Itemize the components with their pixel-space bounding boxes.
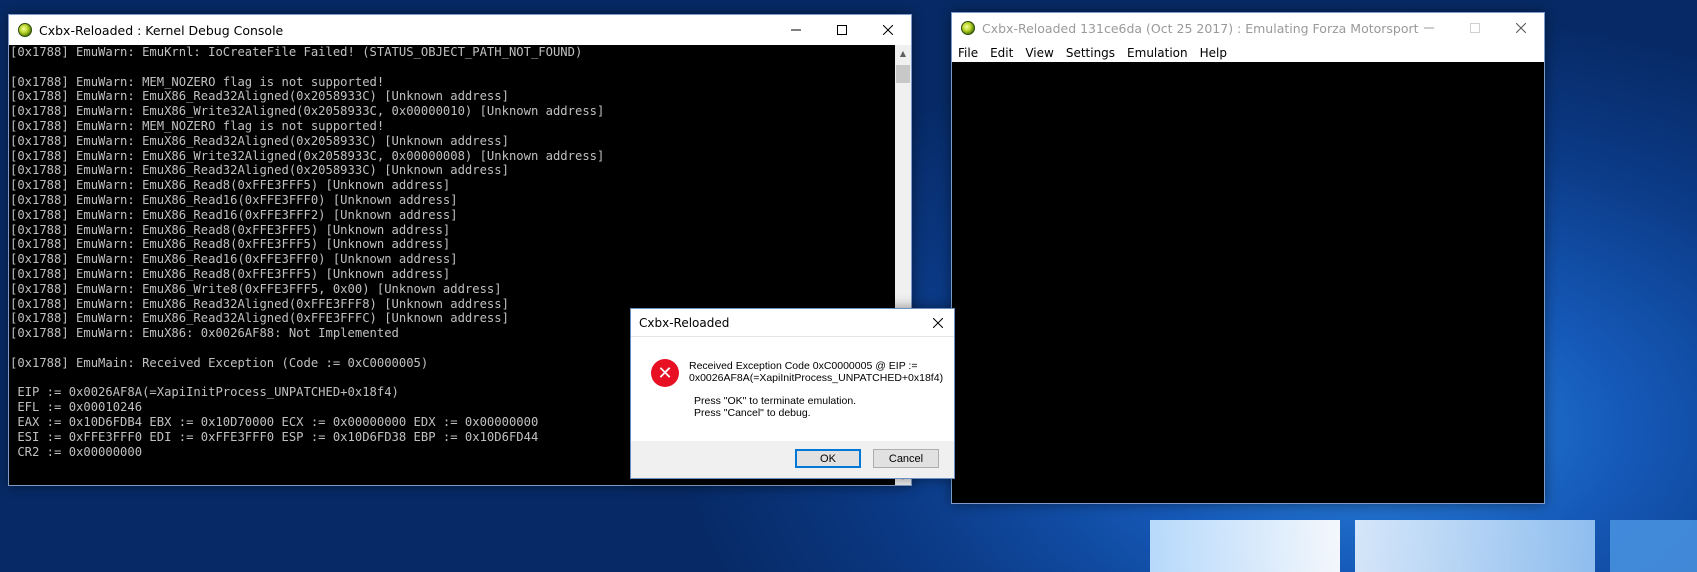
console-line: [0x1788] EmuWarn: EmuX86_Write32Aligned(… — [10, 148, 605, 163]
ok-button[interactable]: OK — [795, 449, 861, 468]
emulator-render-area[interactable] — [952, 62, 1544, 503]
dialog-message-line1: Received Exception Code 0xC0000005 @ EIP… — [689, 360, 918, 372]
menu-settings[interactable]: Settings — [1060, 46, 1121, 60]
wallpaper-light-beam — [1150, 520, 1340, 572]
close-icon — [933, 317, 943, 328]
scrollbar-thumb[interactable] — [896, 65, 910, 83]
close-icon — [1516, 23, 1526, 33]
wallpaper-light-beam — [1355, 520, 1595, 572]
exception-dialog: Cxbx-Reloaded ✕ Received Exception Code … — [630, 308, 955, 479]
minimize-icon — [791, 29, 801, 31]
dialog-footer: OK Cancel — [631, 441, 954, 478]
emulator-menubar: File Edit View Settings Emulation Help — [952, 43, 1544, 62]
console-line: [0x1788] EmuWarn: MEM_NOZERO flag is not… — [10, 74, 385, 89]
console-line: [0x1788] EmuWarn: EmuX86_Write8(0xFFE3FF… — [10, 281, 502, 296]
console-line: [0x1788] EmuWarn: EmuX86_Read32Aligned(0… — [10, 163, 509, 178]
close-icon — [883, 25, 893, 35]
console-line: [0x1788] EmuWarn: EmuX86_Read32Aligned(0… — [10, 89, 509, 104]
maximize-icon — [837, 25, 847, 35]
dialog-body: ✕ Received Exception Code 0xC0000005 @ E… — [631, 337, 954, 441]
dialog-instruction-cancel: Press "Cancel" to debug. — [694, 407, 811, 419]
cxbx-app-icon[interactable] — [961, 21, 975, 35]
console-line: [0x1788] EmuWarn: EmuX86_Read16(0xFFE3FF… — [10, 192, 458, 207]
cancel-button[interactable]: Cancel — [873, 449, 939, 468]
emulator-window-title: Cxbx-Reloaded 131ce6da (Oct 25 2017) : E… — [982, 20, 1422, 36]
console-line: [0x1788] EmuWarn: EmuX86_Read8(0xFFE3FFF… — [10, 222, 451, 237]
scroll-up-arrow-icon[interactable]: ▲ — [895, 45, 911, 62]
console-line: [0x1788] EmuWarn: EmuX86_Read16(0xFFE3FF… — [10, 207, 458, 222]
close-button[interactable] — [1498, 13, 1544, 43]
dialog-message: Received Exception Code 0xC0000005 @ EIP… — [689, 360, 951, 384]
minimize-button[interactable] — [1406, 13, 1452, 43]
close-button[interactable] — [865, 15, 911, 45]
menu-edit[interactable]: Edit — [984, 46, 1019, 60]
dialog-titlebar[interactable]: Cxbx-Reloaded — [631, 309, 954, 337]
menu-file[interactable]: File — [952, 46, 984, 60]
console-line: [0x1788] EmuWarn: MEM_NOZERO flag is not… — [10, 118, 385, 133]
menu-help[interactable]: Help — [1194, 46, 1233, 60]
console-window-title: Cxbx-Reloaded : Kernel Debug Console — [39, 22, 284, 38]
menu-emulation[interactable]: Emulation — [1121, 46, 1194, 60]
console-line: [0x1788] EmuWarn: EmuX86_Read16(0xFFE3FF… — [10, 252, 458, 267]
console-line: [0x1788] EmuWarn: EmuX86_Read8(0xFFE3FFF… — [10, 178, 451, 193]
console-line: [0x1788] EmuWarn: EmuX86_Write32Aligned(… — [10, 104, 605, 119]
console-titlebar[interactable]: Cxbx-Reloaded : Kernel Debug Console — [9, 15, 911, 45]
emulator-window: Cxbx-Reloaded 131ce6da (Oct 25 2017) : E… — [951, 12, 1545, 504]
console-line: [0x1788] EmuWarn: EmuX86_Read8(0xFFE3FFF… — [10, 266, 451, 281]
dialog-close-button[interactable] — [926, 309, 950, 336]
console-line: [0x1788] EmuWarn: EmuKrnl: IoCreateFile … — [10, 45, 583, 59]
dialog-message-line2: 0x0026AF8A(=XapiInitProcess_UNPATCHED+0x… — [689, 372, 944, 384]
menu-view[interactable]: View — [1019, 46, 1059, 60]
minimize-button[interactable] — [773, 15, 819, 45]
maximize-button[interactable] — [1452, 13, 1498, 43]
dialog-title: Cxbx-Reloaded — [639, 315, 730, 330]
dialog-instructions: Press "OK" to terminate emulation. Press… — [694, 395, 944, 419]
console-line: [0x1788] EmuWarn: EmuX86_Read32Aligned(0… — [10, 133, 509, 148]
maximize-button[interactable] — [819, 15, 865, 45]
maximize-icon — [1470, 23, 1480, 33]
minimize-icon — [1424, 27, 1434, 29]
cxbx-app-icon[interactable] — [18, 23, 32, 37]
console-line: [0x1788] EmuWarn: EmuX86_Read8(0xFFE3FFF… — [10, 237, 451, 252]
error-icon: ✕ — [651, 359, 679, 387]
wallpaper-light-beam — [1610, 520, 1697, 572]
emulator-titlebar[interactable]: Cxbx-Reloaded 131ce6da (Oct 25 2017) : E… — [952, 13, 1544, 43]
dialog-instruction-ok: Press "OK" to terminate emulation. — [694, 395, 857, 407]
